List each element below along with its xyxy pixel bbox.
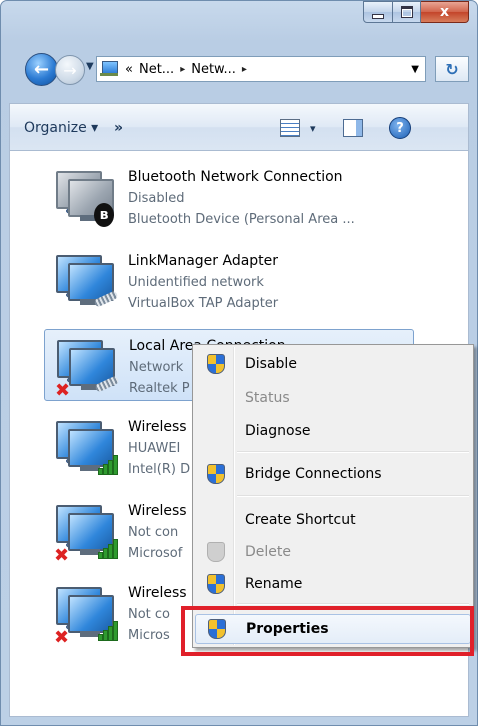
maximize-icon bbox=[400, 6, 413, 18]
menu-item-label: Create Shortcut bbox=[245, 512, 356, 528]
menu-item-label: Bridge Connections bbox=[245, 466, 382, 482]
menu-item-label: Diagnose bbox=[245, 423, 311, 439]
breadcrumb-separator-icon[interactable]: ▸ bbox=[239, 64, 250, 75]
bluetooth-icon: ʙ bbox=[94, 203, 114, 227]
chevron-down-icon: ▼ bbox=[86, 61, 94, 72]
connection-name: LinkManager Adapter bbox=[128, 253, 279, 269]
context-menu: Disable Status Diagnose Bridge Connectio… bbox=[192, 344, 474, 648]
wireless-network-disconnected-icon: ✖ bbox=[50, 583, 120, 648]
network-connections-icon bbox=[100, 61, 118, 77]
chevron-down-icon: ▾ bbox=[310, 121, 316, 135]
menu-item-rename[interactable]: Rename bbox=[195, 569, 471, 599]
connection-name: Wireless bbox=[128, 419, 187, 435]
disconnected-x-icon: ✖ bbox=[54, 627, 70, 648]
connection-name: Wireless bbox=[128, 585, 187, 601]
change-view-icon bbox=[280, 119, 300, 137]
navigation-bar: ← → ▼ « Net... ▸ Netw... ▸ ▼ ↻ bbox=[11, 53, 469, 87]
connection-device: Microsof bbox=[128, 546, 183, 561]
forward-arrow-icon: → bbox=[63, 60, 77, 80]
connection-device: VirtualBox TAP Adapter bbox=[128, 296, 279, 311]
signal-bars-icon bbox=[98, 621, 120, 641]
back-button[interactable]: ← bbox=[25, 53, 58, 86]
menu-separator bbox=[237, 495, 469, 497]
caption-buttons: x bbox=[363, 1, 469, 25]
refresh-icon: ↻ bbox=[445, 59, 459, 79]
uac-shield-icon bbox=[207, 574, 225, 594]
signal-bars-icon bbox=[98, 455, 120, 475]
command-bar: Organize ▾ » ▾ ? bbox=[9, 103, 469, 151]
more-commands-button[interactable]: » bbox=[114, 104, 123, 152]
menu-item-diagnose[interactable]: Diagnose bbox=[195, 416, 471, 446]
forward-button[interactable]: → bbox=[55, 55, 85, 85]
preview-pane-icon bbox=[343, 119, 363, 137]
back-arrow-icon: ← bbox=[33, 59, 50, 80]
connection-name: Bluetooth Network Connection bbox=[128, 169, 343, 185]
connection-name: Wireless bbox=[128, 503, 187, 519]
help-icon: ? bbox=[389, 117, 411, 139]
help-button[interactable]: ? bbox=[389, 104, 411, 152]
address-dropdown-icon[interactable]: ▼ bbox=[405, 64, 425, 75]
signal-bars-icon bbox=[98, 539, 120, 559]
list-item[interactable]: LinkManager Adapter Unidentified network… bbox=[44, 245, 414, 317]
connection-status: Disabled bbox=[128, 191, 185, 206]
connection-device: Bluetooth Device (Personal Area ... bbox=[128, 212, 355, 227]
uac-shield-icon bbox=[207, 464, 225, 484]
refresh-button[interactable]: ↻ bbox=[435, 56, 469, 82]
breadcrumb-separator-icon[interactable]: ▸ bbox=[177, 64, 188, 75]
minimize-button[interactable] bbox=[363, 1, 393, 23]
menu-item-delete[interactable]: Delete bbox=[195, 537, 471, 567]
breadcrumb-item[interactable]: Net... bbox=[136, 62, 177, 77]
wired-network-icon bbox=[50, 251, 119, 311]
address-bar[interactable]: « Net... ▸ Netw... ▸ ▼ bbox=[96, 56, 426, 82]
connection-device: Micros bbox=[128, 628, 170, 643]
connection-status: Not con bbox=[128, 525, 179, 540]
connection-status: Unidentified network bbox=[128, 275, 264, 290]
breadcrumb-item[interactable]: Netw... bbox=[188, 62, 239, 77]
uac-shield-icon bbox=[208, 619, 226, 639]
connection-status: HUAWEI bbox=[128, 441, 181, 456]
list-item[interactable]: ʙ Bluetooth Network Connection Disabled … bbox=[44, 161, 414, 233]
connection-device: Intel(R) D bbox=[128, 462, 191, 477]
connection-status: Not co bbox=[128, 607, 171, 622]
maximize-button[interactable] bbox=[393, 1, 421, 23]
preview-pane-button[interactable] bbox=[343, 104, 363, 152]
menu-item-label: Disable bbox=[245, 356, 297, 372]
close-icon: x bbox=[439, 4, 450, 20]
menu-item-label: Rename bbox=[245, 576, 303, 592]
bluetooth-network-icon: ʙ bbox=[50, 167, 118, 227]
wireless-network-icon bbox=[50, 417, 118, 477]
minimize-icon bbox=[372, 13, 384, 19]
organize-menu-button[interactable]: Organize ▾ bbox=[24, 104, 98, 152]
breadcrumb-overflow[interactable]: « bbox=[122, 62, 136, 77]
recent-pages-dropdown[interactable]: ▼ bbox=[86, 61, 94, 72]
menu-item-label: Delete bbox=[245, 544, 291, 560]
menu-item-create-shortcut[interactable]: Create Shortcut bbox=[195, 505, 471, 535]
menu-item-status[interactable]: Status bbox=[195, 383, 471, 413]
menu-item-disable[interactable]: Disable bbox=[195, 349, 471, 379]
menu-item-label: Properties bbox=[246, 621, 329, 637]
menu-item-label: Status bbox=[245, 390, 290, 406]
change-view-button[interactable]: ▾ bbox=[280, 104, 316, 152]
close-button[interactable]: x bbox=[421, 1, 469, 23]
menu-separator bbox=[237, 451, 469, 453]
wired-network-disconnected-icon: ✖ bbox=[51, 336, 120, 401]
uac-shield-icon bbox=[207, 354, 225, 374]
menu-item-properties[interactable]: Properties bbox=[195, 614, 471, 644]
wireless-network-disconnected-icon: ✖ bbox=[50, 501, 120, 566]
disconnected-x-icon: ✖ bbox=[54, 545, 70, 566]
menu-separator bbox=[237, 603, 469, 605]
menu-item-bridge-connections[interactable]: Bridge Connections bbox=[195, 459, 471, 489]
uac-shield-icon bbox=[207, 542, 225, 562]
disconnected-x-icon: ✖ bbox=[55, 380, 71, 401]
